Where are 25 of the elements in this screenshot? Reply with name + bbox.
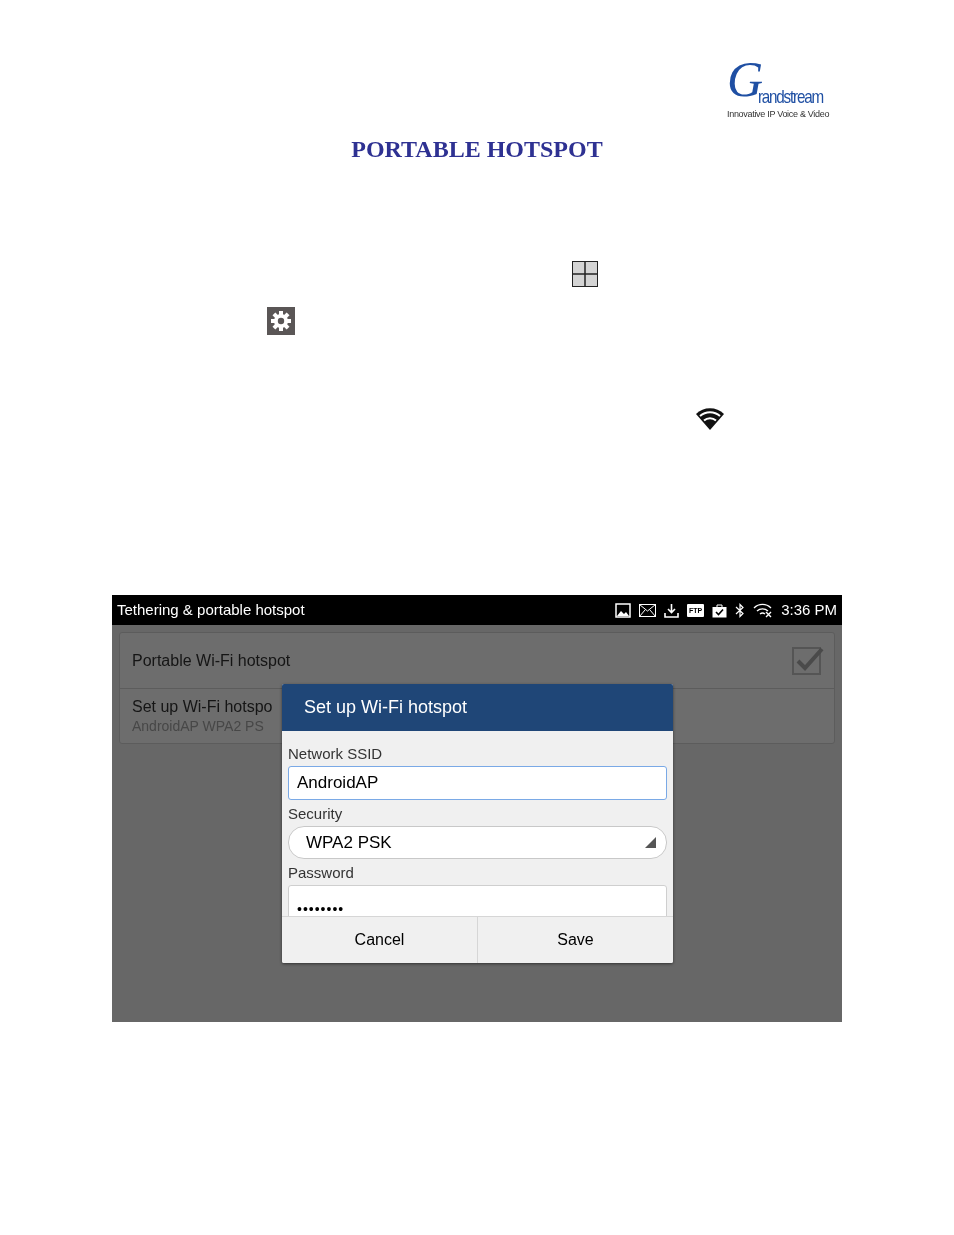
input-field[interactable]: ••••••••: [288, 885, 667, 919]
wifi-off-icon: [753, 602, 774, 618]
page-title: PORTABLE HOTSPOT: [351, 136, 603, 162]
security-dropdown[interactable]: WPA2 PSK: [288, 826, 667, 859]
image-icon: [614, 602, 631, 618]
setting-title: Portable Wi-Fi hotspot: [132, 650, 291, 671]
field-label: Network SSID: [288, 745, 384, 763]
dialog-title: Set up Wi-Fi hotspot: [304, 696, 468, 719]
field-label: Password: [288, 864, 355, 882]
bluetooth-icon: [735, 602, 746, 618]
mail-icon: [638, 603, 656, 617]
dialog-button[interactable]: Save: [477, 917, 673, 963]
setting-title: Set up Wi-Fi hotspo: [132, 697, 273, 717]
download-icon: [663, 602, 679, 618]
field-label: Security: [288, 805, 344, 823]
dropdown-arrow-icon: [645, 837, 656, 848]
bag-check-icon: [712, 602, 728, 618]
checkbox[interactable]: [792, 645, 824, 676]
dialog-button[interactable]: Cancel: [282, 917, 477, 963]
settings-icon: [267, 307, 295, 335]
screen-title: Tethering & portable hotspot: [117, 599, 305, 620]
input-field[interactable]: AndroidAP: [288, 766, 667, 800]
wifi-icon: [696, 405, 724, 431]
clock: 3:36 PM: [781, 599, 837, 620]
grid-icon: [572, 261, 598, 287]
